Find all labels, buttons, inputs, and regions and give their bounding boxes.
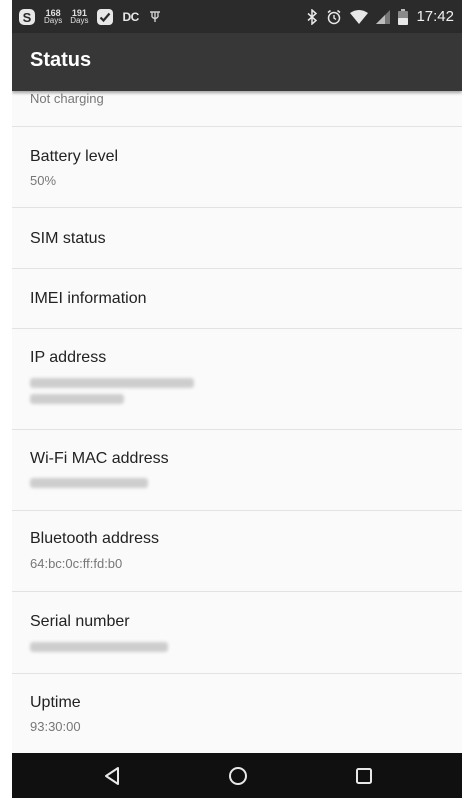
- back-triangle-icon: [105, 766, 119, 785]
- svg-text:S: S: [23, 10, 32, 25]
- bluetooth-address-value: 64:bc:0c:ff:fd:b0: [30, 556, 123, 571]
- page-title: Status: [30, 49, 92, 71]
- recents-square-icon: [356, 767, 372, 784]
- battery-level-value: 50%: [30, 173, 57, 188]
- skype-icon: S: [18, 8, 36, 26]
- uptime-value: 93:30:00: [30, 719, 81, 734]
- list-item-bluetooth-address[interactable]: Bluetooth address 64:bc:0c:ff:fd:b0: [12, 511, 462, 592]
- home-circle-icon: [229, 766, 247, 785]
- status-bar-system: 17:42: [306, 0, 454, 33]
- screenshot-frame: S 168 Days 191 Days DC 17:42 Status Not …: [0, 0, 467, 798]
- usb-debug-icon: [147, 9, 163, 25]
- list-item-uptime[interactable]: Uptime 93:30:00: [12, 674, 462, 753]
- battery-icon: [398, 8, 409, 25]
- wifi-icon: [350, 9, 369, 24]
- battery-level-title: Battery level: [30, 148, 119, 165]
- wifi-mac-address-title: Wi-Fi MAC address: [30, 450, 169, 467]
- wifi-mac-address-value-redacted: [30, 478, 148, 488]
- app-bar: Status: [12, 33, 462, 91]
- list-item-ip-address[interactable]: IP address: [12, 329, 462, 430]
- uptime-title: Uptime: [30, 694, 81, 711]
- back-button[interactable]: [82, 753, 142, 798]
- ip-address-title: IP address: [30, 349, 107, 366]
- alarm-icon: [326, 9, 342, 25]
- list-item-charging-status[interactable]: Not charging: [12, 91, 462, 127]
- bluetooth-address-title: Bluetooth address: [30, 530, 159, 547]
- home-button[interactable]: [208, 753, 268, 798]
- list-item-battery-level[interactable]: Battery level 50%: [12, 127, 462, 208]
- signal-icon: [376, 9, 391, 24]
- recents-button[interactable]: [334, 753, 394, 798]
- imei-information-title: IMEI information: [30, 290, 147, 307]
- status-bar: S 168 Days 191 Days DC 17:42: [12, 0, 462, 33]
- clock: 17:42: [416, 8, 454, 25]
- serial-number-title: Serial number: [30, 613, 130, 630]
- list-item-serial-number[interactable]: Serial number: [12, 592, 462, 674]
- dc-icon: DC: [122, 9, 139, 24]
- list-item-wifi-mac-address[interactable]: Wi-Fi MAC address: [12, 430, 462, 511]
- days-counter-icon: 168 Days: [44, 8, 63, 25]
- ip-address-value-redacted: [30, 394, 124, 404]
- phone-screen: S 168 Days 191 Days DC 17:42 Status Not …: [12, 0, 462, 798]
- ip-address-value-redacted: [30, 378, 194, 388]
- bluetooth-icon: [306, 8, 318, 25]
- days-counter-label: Days: [44, 15, 63, 25]
- list-item-sim-status[interactable]: SIM status: [12, 208, 462, 269]
- sim-status-title: SIM status: [30, 230, 106, 247]
- status-list[interactable]: Not charging Battery level 50% SIM statu…: [12, 91, 462, 753]
- list-item-imei-information[interactable]: IMEI information: [12, 269, 462, 329]
- days-counter-label: Days: [70, 15, 89, 25]
- days-counter-icon: 191 Days: [70, 8, 89, 25]
- charging-status-value: Not charging: [30, 91, 104, 106]
- status-bar-notifications: S 168 Days 191 Days DC: [18, 0, 163, 33]
- checkmark-icon: [96, 8, 114, 26]
- navigation-bar: [12, 753, 462, 798]
- serial-number-value-redacted: [30, 642, 168, 652]
